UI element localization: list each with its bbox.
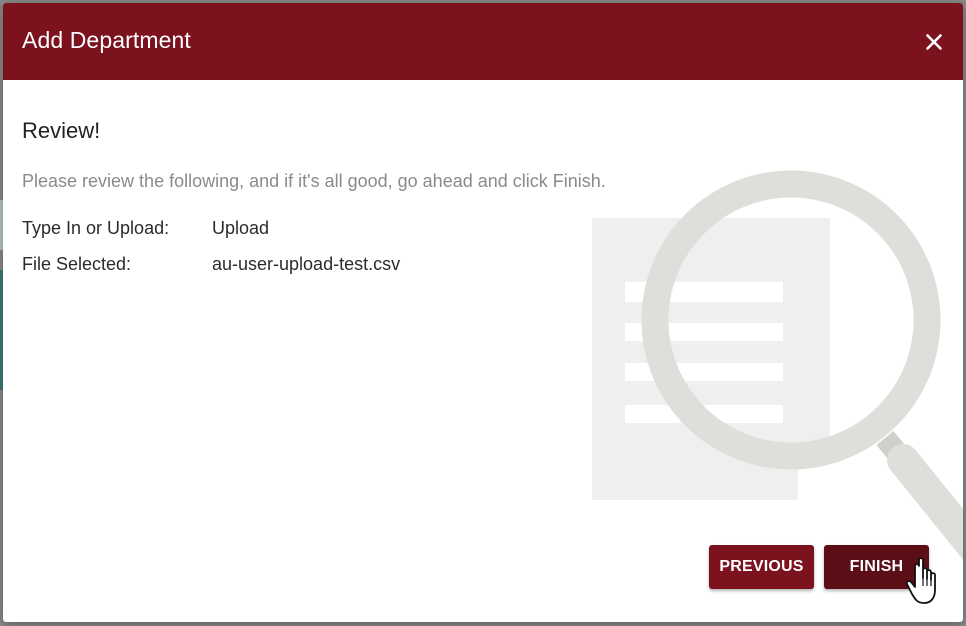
summary-label: File Selected: <box>22 254 132 274</box>
summary-value: Upload <box>212 218 270 238</box>
finish-button[interactable]: FINISH <box>824 545 929 589</box>
summary-value: au-user-upload-test.csv <box>212 254 401 274</box>
dialog-header: Add Department <box>3 3 963 80</box>
review-heading: Review! <box>22 118 101 143</box>
previous-button[interactable]: PREVIOUS <box>709 545 814 589</box>
dialog-body: Review! Please review the following, and… <box>3 80 963 622</box>
dialog-title: Add Department <box>22 27 191 53</box>
close-button[interactable] <box>919 27 949 57</box>
review-description: Please review the following, and if it's… <box>22 171 606 191</box>
magnifying-glass-document-icon <box>592 170 963 560</box>
add-department-dialog: Add Department Review! Please review the <box>3 3 963 622</box>
summary-label: Type In or Upload: <box>22 218 170 238</box>
close-icon <box>926 34 942 50</box>
